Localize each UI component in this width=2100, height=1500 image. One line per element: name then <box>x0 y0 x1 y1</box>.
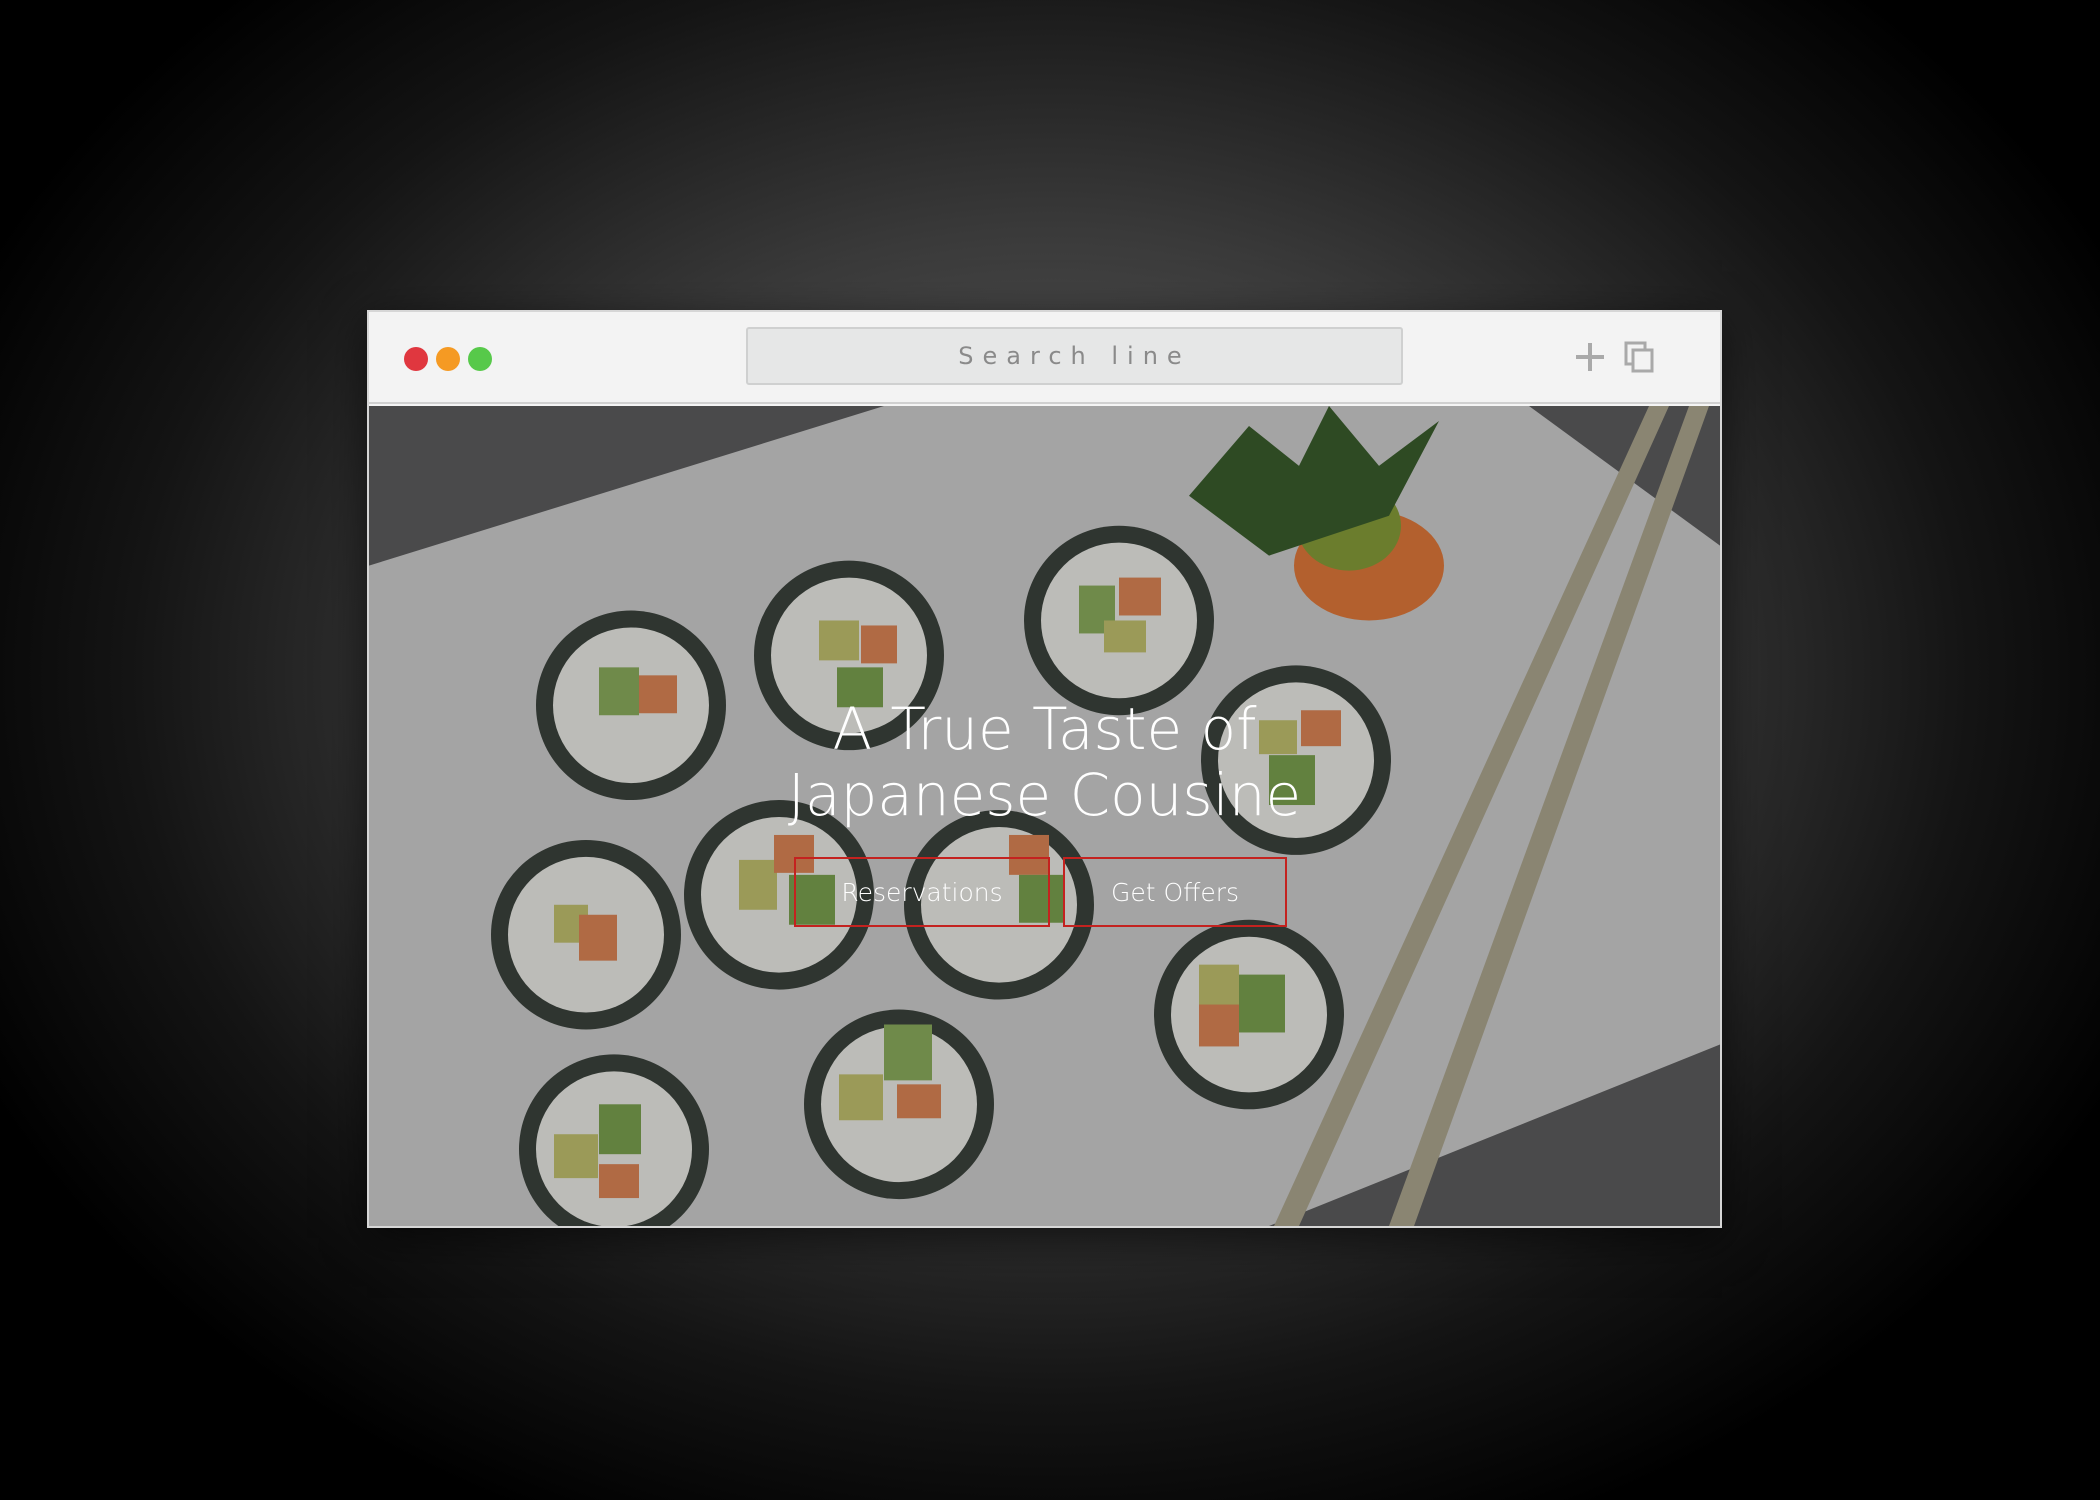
copy-icon[interactable] <box>1624 341 1654 373</box>
minimize-window-button[interactable] <box>436 347 460 371</box>
reservations-button[interactable]: Reservations <box>794 857 1050 927</box>
headline-line-2: Japanese Cousine <box>787 761 1302 829</box>
hero-headline: A True Taste of Japanese Cousine <box>369 696 1720 828</box>
get-offers-button[interactable]: Get Offers <box>1063 857 1287 927</box>
maximize-window-button[interactable] <box>468 347 492 371</box>
close-window-button[interactable] <box>404 347 428 371</box>
search-bar[interactable]: Search line <box>746 327 1403 385</box>
plus-icon[interactable] <box>1573 340 1607 374</box>
hero-section: A True Taste of Japanese Cousine Reserva… <box>369 406 1720 1226</box>
browser-titlebar: Search line <box>369 312 1720 404</box>
browser-window: Search line A True Taste of Japanese Cou… <box>367 310 1722 1228</box>
headline-line-1: A True Taste of <box>832 695 1257 763</box>
search-placeholder: Search line <box>958 342 1191 370</box>
